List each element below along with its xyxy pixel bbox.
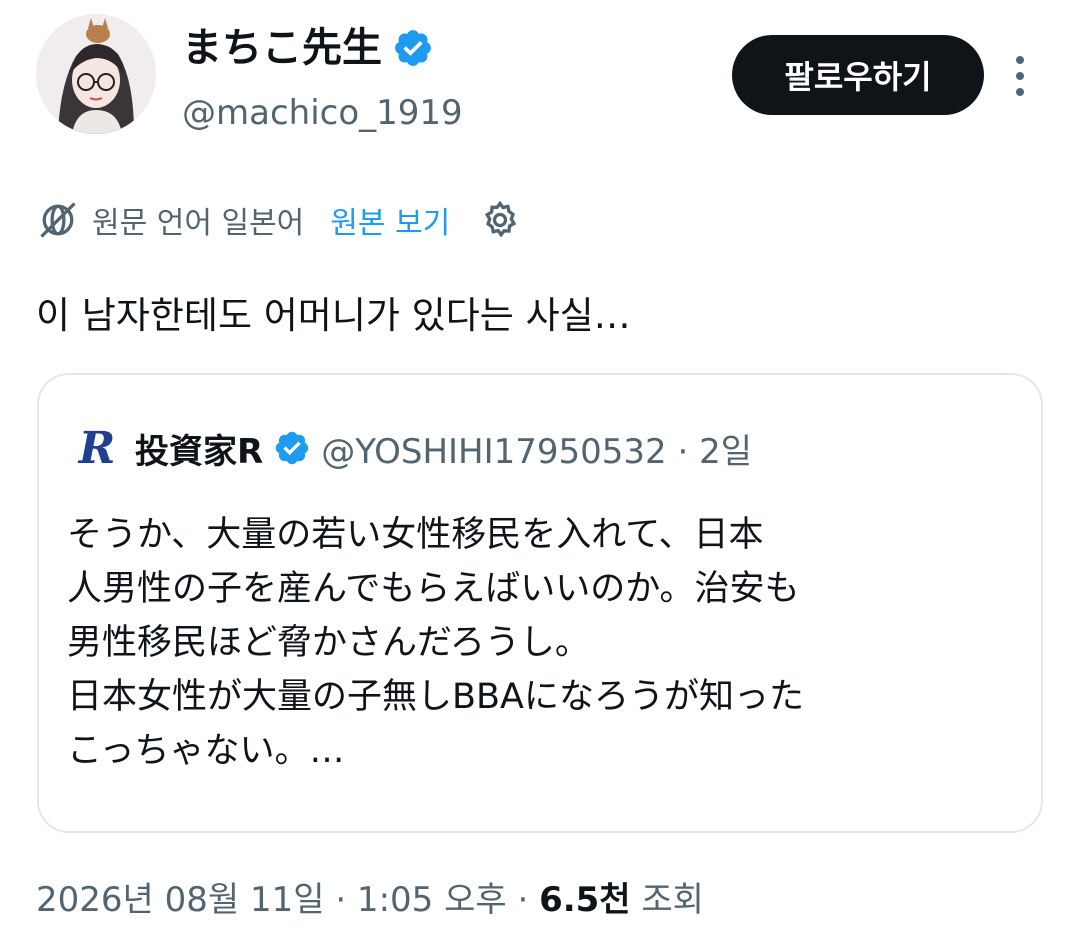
quote-line: そうか、大量の若い女性移民を入れて、日本 bbox=[67, 515, 764, 555]
quote-line: 人男性の子を産んでもらえばいいのか。治安も bbox=[67, 569, 800, 609]
show-original-link[interactable]: 원본 보기 bbox=[330, 198, 450, 242]
quote-author-name: 投資家R bbox=[135, 431, 264, 472]
quote-line: こっちゃない。… bbox=[67, 731, 345, 771]
more-options-icon[interactable] bbox=[1004, 56, 1036, 96]
author-handle[interactable]: @machico_1919 bbox=[182, 90, 463, 136]
tweet-text: 이 남자한테도 어머니가 있다는 사실… bbox=[36, 294, 631, 337]
quote-line: 男性移民ほど脅かさんだろうし。 bbox=[67, 623, 590, 663]
tweet-timestamp[interactable]: 2026년 08월 11일 · 1:05 오후 · bbox=[36, 880, 539, 920]
author-name-text: まちこ先生 bbox=[182, 25, 382, 71]
translate-globe-icon bbox=[40, 202, 76, 238]
views-count: 6.5천 bbox=[539, 880, 631, 920]
avatar-illustration bbox=[36, 14, 156, 134]
quote-author-avatar: R bbox=[78, 422, 116, 474]
quote-handle-and-time: @YOSHIHI17950532 · 2일 bbox=[321, 431, 753, 472]
author-display-name[interactable]: まちこ先生 bbox=[182, 22, 434, 74]
follow-button[interactable]: 팔로우하기 bbox=[732, 35, 984, 115]
quote-line: 日本女性が大量の子無しBBAになろうが知った bbox=[67, 677, 804, 717]
tweet-timestamp-and-views: 2026년 08월 11일 · 1:05 오후 · 6.5천 조회 bbox=[36, 876, 704, 924]
source-language-label: 원문 언어 일본어 bbox=[92, 206, 305, 241]
gear-icon[interactable] bbox=[478, 198, 522, 242]
quote-body: そうか、大量の若い女性移民を入れて、日本 人男性の子を産んでもらえばいいのか。治… bbox=[67, 508, 804, 778]
verified-badge-icon bbox=[395, 30, 431, 66]
verified-badge-icon bbox=[275, 431, 309, 465]
views-label: 조회 bbox=[630, 880, 704, 920]
author-avatar[interactable] bbox=[36, 14, 156, 134]
quote-header: R 投資家R @YOSHIHI17950532 · 2일 bbox=[73, 422, 753, 474]
translation-bar: 원문 언어 일본어 원본 보기 bbox=[36, 196, 522, 244]
quoted-tweet-card[interactable]: R 投資家R @YOSHIHI17950532 · 2일 そうか、大量の若い女性… bbox=[37, 373, 1043, 833]
